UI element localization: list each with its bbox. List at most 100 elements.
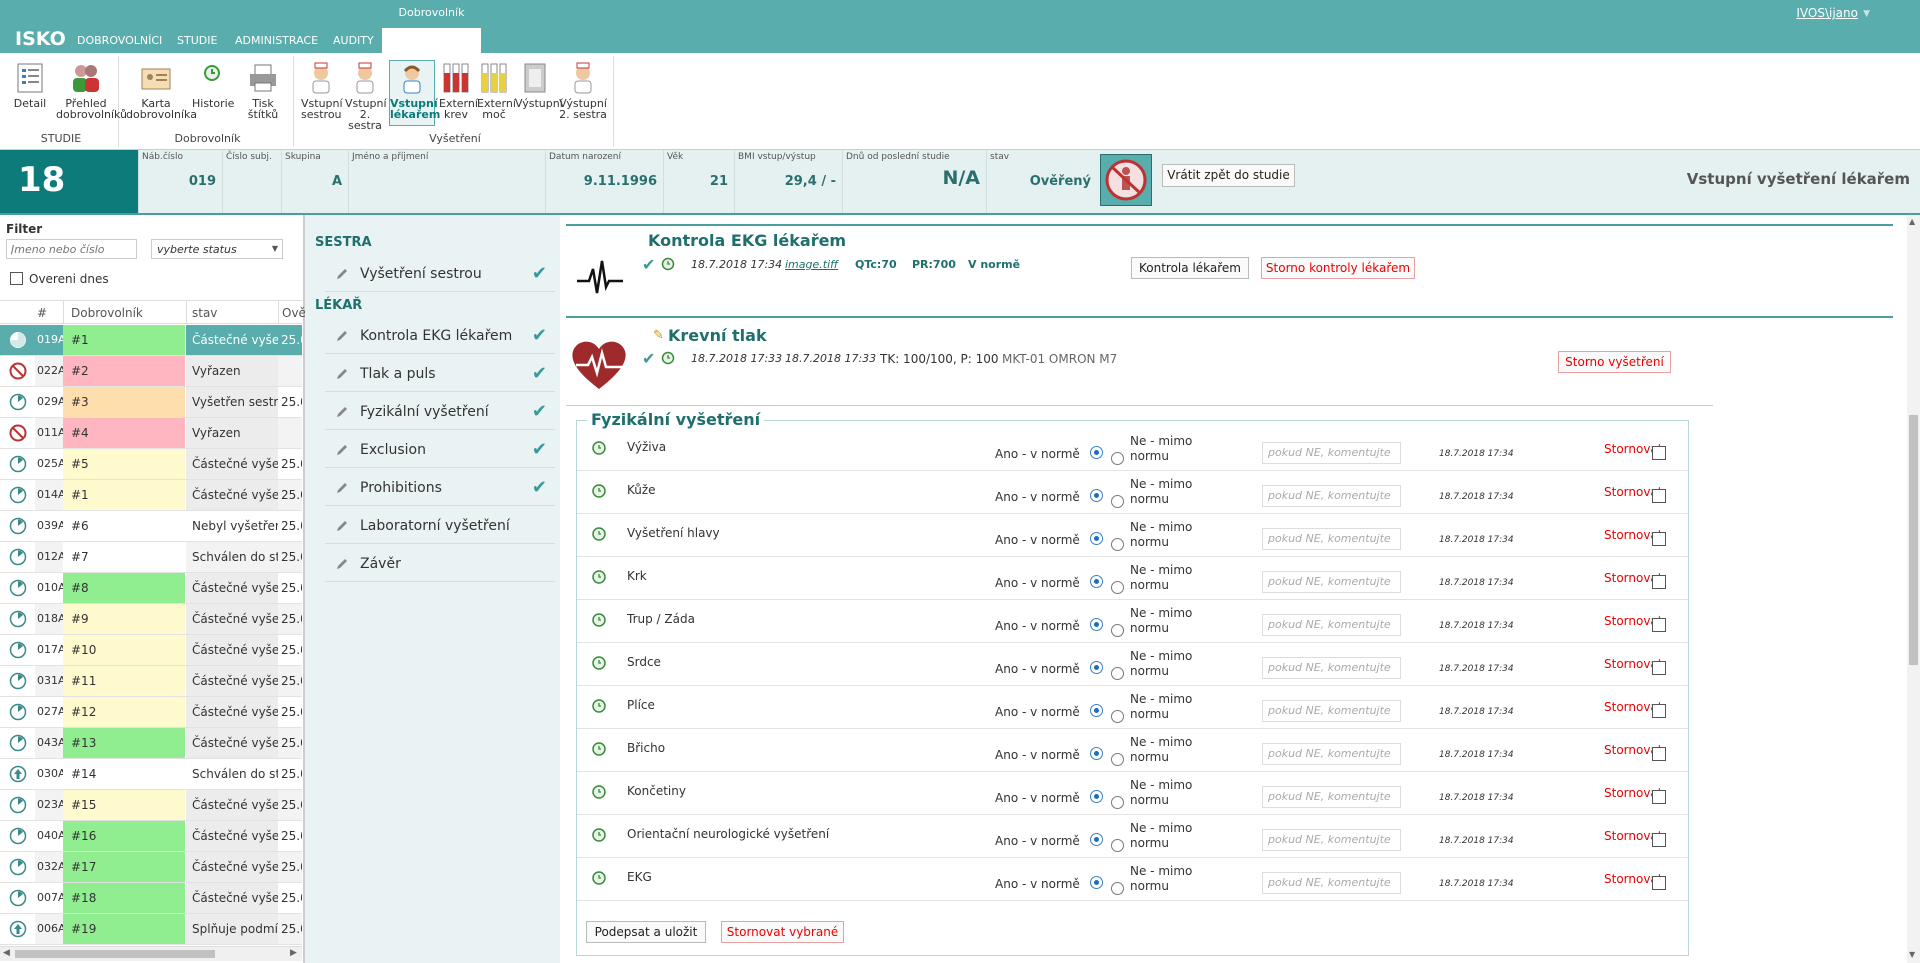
history-clock-icon[interactable]: [591, 870, 607, 886]
table-row[interactable]: 031A#11Částečné vyšetř25.0: [0, 666, 302, 697]
history-clock-icon[interactable]: [591, 698, 607, 714]
yes-normal-radio[interactable]: [1090, 704, 1103, 717]
tisk-stitku-button[interactable]: Tisk štítků: [238, 61, 288, 120]
col-header-verified[interactable]: Ově: [282, 306, 306, 320]
step-item[interactable]: Kontrola EKG lékařem ✔: [325, 319, 555, 354]
vstupni-lekarem-button[interactable]: Vstupní lékařem: [389, 60, 440, 126]
table-row[interactable]: 032A#17Částečné vyšetř25.0: [0, 852, 302, 883]
step-item[interactable]: Laboratorní vyšetření: [325, 509, 555, 544]
stornovat-checkbox[interactable]: [1652, 575, 1666, 589]
comment-input[interactable]: pokud NE, komentujte: [1262, 786, 1401, 808]
chevron-left-icon[interactable]: ◀: [3, 948, 10, 958]
externi-krev-button[interactable]: Externí krev: [439, 61, 478, 120]
yes-normal-radio[interactable]: [1090, 876, 1103, 889]
yes-normal-radio[interactable]: [1090, 790, 1103, 803]
table-row[interactable]: 017A#10Částečné vyšetř25.0: [0, 635, 302, 666]
cancel-selected-button[interactable]: Stornovat vybrané: [721, 921, 844, 943]
no-abnormal-radio[interactable]: [1111, 710, 1124, 723]
user-menu[interactable]: IVOS\ijano: [1796, 6, 1858, 20]
history-clock-icon[interactable]: [591, 827, 607, 843]
chevron-up-icon[interactable]: ▲: [1909, 217, 1915, 226]
tab-dobrovolnik[interactable]: Dobrovolník: [382, 0, 481, 28]
history-clock-icon[interactable]: [661, 351, 675, 365]
nav-audity[interactable]: AUDITY: [333, 34, 374, 47]
horizontal-scrollbar[interactable]: ◀ ▶: [0, 946, 302, 961]
overeni-dnes-checkbox[interactable]: [10, 272, 23, 285]
vystupni-button[interactable]: Výstupní: [515, 61, 563, 109]
table-row[interactable]: 023A#15Částečné vyšetř25.0: [0, 790, 302, 821]
table-row[interactable]: 043A#13Částečné vyšetř25.0: [0, 728, 302, 759]
storno-kontroly-button[interactable]: Storno kontroly lékařem: [1261, 257, 1415, 279]
storno-vysetreni-button[interactable]: Storno vyšetření: [1558, 351, 1671, 373]
vystupni-2-sestra-button[interactable]: Výstupní 2. sestra: [559, 61, 607, 120]
stornovat-checkbox[interactable]: [1652, 446, 1666, 460]
pencil-icon[interactable]: ✎: [653, 328, 664, 343]
status-select[interactable]: vyberte status ▼: [151, 239, 283, 259]
comment-input[interactable]: pokud NE, komentujte: [1262, 700, 1401, 722]
table-row[interactable]: 029A#3Vyšetřen sestro25.0: [0, 387, 302, 418]
table-row[interactable]: 014A#1Částečné vyšetř25.0: [0, 480, 302, 511]
history-clock-icon[interactable]: [591, 483, 607, 499]
no-abnormal-radio[interactable]: [1111, 882, 1124, 895]
comment-input[interactable]: pokud NE, komentujte: [1262, 829, 1401, 851]
table-row[interactable]: 019A#1Částečné vyšetř25.0: [0, 325, 302, 356]
step-item[interactable]: Fyzikální vyšetření ✔: [325, 395, 555, 430]
table-row[interactable]: 011A #4 Vyřazen: [0, 418, 302, 449]
step-item[interactable]: Exclusion ✔: [325, 433, 555, 468]
historie-button[interactable]: Historie: [192, 61, 234, 109]
nav-administrace[interactable]: ADMINISTRACE: [235, 34, 318, 47]
comment-input[interactable]: pokud NE, komentujte: [1262, 571, 1401, 593]
table-row[interactable]: 012A#7Schválen do stu25.0: [0, 542, 302, 573]
no-abnormal-radio[interactable]: [1111, 667, 1124, 680]
nav-dobrovolnici[interactable]: DOBROVOLNÍCI: [77, 34, 162, 47]
nav-studie[interactable]: STUDIE: [177, 34, 217, 47]
sign-and-save-button[interactable]: Podepsat a uložit: [586, 921, 706, 943]
stornovat-checkbox[interactable]: [1652, 532, 1666, 546]
table-row[interactable]: 018A#9Částečné vyšetř25.0: [0, 604, 302, 635]
history-clock-icon[interactable]: [591, 612, 607, 628]
stornovat-checkbox[interactable]: [1652, 489, 1666, 503]
history-clock-icon[interactable]: [591, 784, 607, 800]
search-input[interactable]: [6, 239, 137, 259]
scrollbar-thumb[interactable]: [1909, 415, 1918, 665]
vstupni-2-sestra-button[interactable]: Vstupní 2. sestra: [345, 61, 387, 131]
comment-input[interactable]: pokud NE, komentujte: [1262, 614, 1401, 636]
kontrola-lekarem-button[interactable]: Kontrola lékařem: [1131, 257, 1249, 279]
stop-volunteer-icon[interactable]: [1100, 154, 1152, 206]
stornovat-checkbox[interactable]: [1652, 833, 1666, 847]
history-clock-icon[interactable]: [661, 257, 675, 271]
stornovat-checkbox[interactable]: [1652, 661, 1666, 675]
history-clock-icon[interactable]: [591, 440, 607, 456]
stornovat-checkbox[interactable]: [1652, 747, 1666, 761]
prehled-dobrovolniku-button[interactable]: Přehled dobrovolníků: [56, 61, 127, 120]
no-abnormal-radio[interactable]: [1111, 796, 1124, 809]
yes-normal-radio[interactable]: [1090, 532, 1103, 545]
step-item[interactable]: Prohibitions ✔: [325, 471, 555, 506]
no-abnormal-radio[interactable]: [1111, 538, 1124, 551]
chevron-right-icon[interactable]: ▶: [290, 948, 297, 958]
yes-normal-radio[interactable]: [1090, 618, 1103, 631]
table-row[interactable]: 022A #2 Vyřazen: [0, 356, 302, 387]
no-abnormal-radio[interactable]: [1111, 753, 1124, 766]
comment-input[interactable]: pokud NE, komentujte: [1262, 442, 1401, 464]
yes-normal-radio[interactable]: [1090, 747, 1103, 760]
no-abnormal-radio[interactable]: [1111, 624, 1124, 637]
return-to-study-button[interactable]: Vrátit zpět do studie: [1162, 164, 1295, 187]
history-clock-icon[interactable]: [591, 569, 607, 585]
externi-moc-button[interactable]: Externí moč: [477, 61, 516, 120]
comment-input[interactable]: pokud NE, komentujte: [1262, 743, 1401, 765]
comment-input[interactable]: pokud NE, komentujte: [1262, 528, 1401, 550]
stornovat-checkbox[interactable]: [1652, 618, 1666, 632]
chevron-down-icon[interactable]: ▼: [1909, 950, 1915, 959]
table-row[interactable]: 030A#14Schválen do stu25.0: [0, 759, 302, 790]
vstupni-sestrou-button[interactable]: Vstupní sestrou: [301, 61, 343, 120]
yes-normal-radio[interactable]: [1090, 833, 1103, 846]
table-row[interactable]: 027A#12Částečné vyšetř25.0: [0, 697, 302, 728]
history-clock-icon[interactable]: [591, 526, 607, 542]
table-row[interactable]: 040A#16Částečné vyšetř25.0: [0, 821, 302, 852]
table-row[interactable]: 039A#6Nebyl vyšetřen25.0: [0, 511, 302, 542]
step-item[interactable]: Vyšetření sestrou ✔: [325, 257, 555, 292]
stornovat-checkbox[interactable]: [1652, 876, 1666, 890]
vertical-scrollbar[interactable]: ▲ ▼: [1907, 215, 1920, 963]
no-abnormal-radio[interactable]: [1111, 839, 1124, 852]
